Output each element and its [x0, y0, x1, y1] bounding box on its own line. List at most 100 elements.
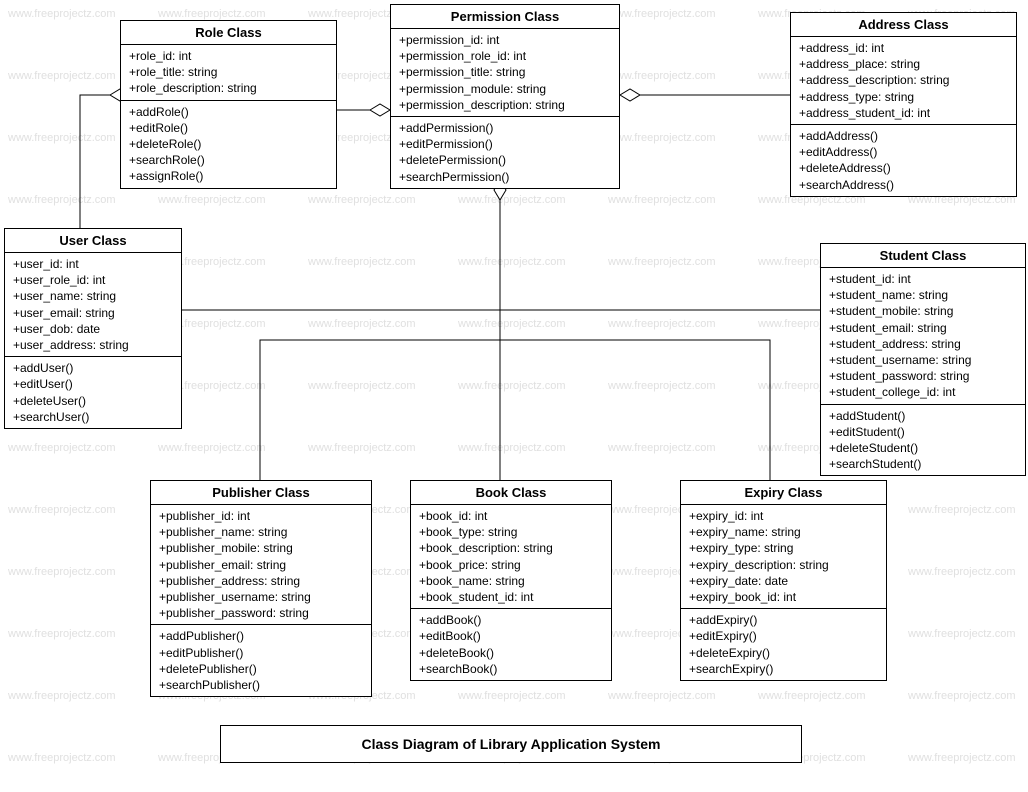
- class-line: +searchBook(): [419, 661, 603, 677]
- class-methods: +addBook()+editBook()+deleteBook()+searc…: [411, 609, 611, 680]
- class-methods: +addUser()+editUser()+deleteUser()+searc…: [5, 357, 181, 428]
- class-title: Address Class: [791, 13, 1016, 37]
- class-line: +searchExpiry(): [689, 661, 878, 677]
- class-line: +assignRole(): [129, 168, 328, 184]
- class-line: +editStudent(): [829, 424, 1017, 440]
- watermark-text: www.freeprojectz.com: [608, 132, 716, 144]
- class-line: +user_role_id: int: [13, 272, 173, 288]
- class-line: +permission_role_id: int: [399, 48, 611, 64]
- class-line: +deleteAddress(): [799, 160, 1008, 176]
- watermark-text: www.freeprojectz.com: [608, 318, 716, 330]
- class-attrs: +permission_id: int+permission_role_id: …: [391, 29, 619, 117]
- watermark-text: www.freeprojectz.com: [908, 752, 1016, 764]
- class-line: +deleteRole(): [129, 136, 328, 152]
- watermark-text: www.freeprojectz.com: [158, 8, 266, 20]
- class-line: +addBook(): [419, 612, 603, 628]
- class-attrs: +user_id: int+user_role_id: int+user_nam…: [5, 253, 181, 357]
- class-line: +searchUser(): [13, 409, 173, 425]
- class-line: +book_student_id: int: [419, 589, 603, 605]
- watermark-text: www.freeprojectz.com: [308, 194, 416, 206]
- class-line: +student_name: string: [829, 287, 1017, 303]
- watermark-text: www.freeprojectz.com: [8, 752, 116, 764]
- class-line: +expiry_id: int: [689, 508, 878, 524]
- class-methods: +addAddress()+editAddress()+deleteAddres…: [791, 125, 1016, 196]
- class-methods: +addPermission()+editPermission()+delete…: [391, 117, 619, 188]
- watermark-text: www.freeprojectz.com: [908, 690, 1016, 702]
- class-methods: +addExpiry()+editExpiry()+deleteExpiry()…: [681, 609, 886, 680]
- watermark-text: www.freeprojectz.com: [308, 442, 416, 454]
- class-line: +address_place: string: [799, 56, 1008, 72]
- watermark-text: www.freeprojectz.com: [608, 70, 716, 82]
- watermark-text: www.freeprojectz.com: [608, 8, 716, 20]
- class-line: +editPermission(): [399, 136, 611, 152]
- watermark-text: www.freeprojectz.com: [158, 442, 266, 454]
- class-methods: +addRole()+editRole()+deleteRole()+searc…: [121, 101, 336, 188]
- class-line: +searchPermission(): [399, 169, 611, 185]
- watermark-text: www.freeprojectz.com: [758, 690, 866, 702]
- watermark-text: www.freeprojectz.com: [8, 628, 116, 640]
- class-line: +deletePublisher(): [159, 661, 363, 677]
- class-line: +book_type: string: [419, 524, 603, 540]
- class-line: +book_name: string: [419, 573, 603, 589]
- class-line: +addStudent(): [829, 408, 1017, 424]
- class-line: +expiry_date: date: [689, 573, 878, 589]
- class-title: Student Class: [821, 244, 1025, 268]
- class-line: +permission_module: string: [399, 81, 611, 97]
- class-line: +deleteUser(): [13, 393, 173, 409]
- class-line: +searchRole(): [129, 152, 328, 168]
- class-line: +student_password: string: [829, 368, 1017, 384]
- class-line: +publisher_address: string: [159, 573, 363, 589]
- class-user: User Class +user_id: int+user_role_id: i…: [4, 228, 182, 429]
- class-line: +addPublisher(): [159, 628, 363, 644]
- watermark-text: www.freeprojectz.com: [908, 566, 1016, 578]
- class-line: +deleteStudent(): [829, 440, 1017, 456]
- class-line: +publisher_email: string: [159, 557, 363, 573]
- class-expiry: Expiry Class +expiry_id: int+expiry_name…: [680, 480, 887, 681]
- class-line: +publisher_id: int: [159, 508, 363, 524]
- watermark-text: www.freeprojectz.com: [158, 194, 266, 206]
- class-line: +role_title: string: [129, 64, 328, 80]
- watermark-text: www.freeprojectz.com: [458, 380, 566, 392]
- class-line: +expiry_description: string: [689, 557, 878, 573]
- watermark-text: www.freeprojectz.com: [8, 70, 116, 82]
- watermark-text: www.freeprojectz.com: [608, 194, 716, 206]
- class-line: +editExpiry(): [689, 628, 878, 644]
- class-line: +student_username: string: [829, 352, 1017, 368]
- watermark-text: www.freeprojectz.com: [8, 194, 116, 206]
- class-title: User Class: [5, 229, 181, 253]
- watermark-text: www.freeprojectz.com: [458, 318, 566, 330]
- class-attrs: +role_id: int+role_title: string+role_de…: [121, 45, 336, 101]
- class-line: +student_college_id: int: [829, 384, 1017, 400]
- watermark-text: www.freeprojectz.com: [308, 318, 416, 330]
- class-line: +book_id: int: [419, 508, 603, 524]
- class-line: +editPublisher(): [159, 645, 363, 661]
- class-title: Permission Class: [391, 5, 619, 29]
- class-line: +publisher_mobile: string: [159, 540, 363, 556]
- class-line: +book_price: string: [419, 557, 603, 573]
- class-line: +user_name: string: [13, 288, 173, 304]
- class-line: +publisher_password: string: [159, 605, 363, 621]
- class-title: Expiry Class: [681, 481, 886, 505]
- class-line: +editRole(): [129, 120, 328, 136]
- watermark-text: www.freeprojectz.com: [458, 442, 566, 454]
- class-attrs: +address_id: int+address_place: string+a…: [791, 37, 1016, 125]
- class-line: +address_student_id: int: [799, 105, 1008, 121]
- class-line: +editBook(): [419, 628, 603, 644]
- diagram-title: Class Diagram of Library Application Sys…: [220, 725, 802, 763]
- class-publisher: Publisher Class +publisher_id: int+publi…: [150, 480, 372, 697]
- class-line: +student_id: int: [829, 271, 1017, 287]
- class-line: +permission_description: string: [399, 97, 611, 113]
- watermark-text: www.freeprojectz.com: [8, 442, 116, 454]
- class-line: +deleteBook(): [419, 645, 603, 661]
- class-line: +addPermission(): [399, 120, 611, 136]
- watermark-text: www.freeprojectz.com: [608, 380, 716, 392]
- class-line: +deleteExpiry(): [689, 645, 878, 661]
- class-line: +addUser(): [13, 360, 173, 376]
- watermark-text: www.freeprojectz.com: [908, 628, 1016, 640]
- class-line: +user_email: string: [13, 305, 173, 321]
- watermark-text: www.freeprojectz.com: [608, 690, 716, 702]
- class-line: +user_id: int: [13, 256, 173, 272]
- class-line: +deletePermission(): [399, 152, 611, 168]
- class-line: +expiry_name: string: [689, 524, 878, 540]
- class-line: +addExpiry(): [689, 612, 878, 628]
